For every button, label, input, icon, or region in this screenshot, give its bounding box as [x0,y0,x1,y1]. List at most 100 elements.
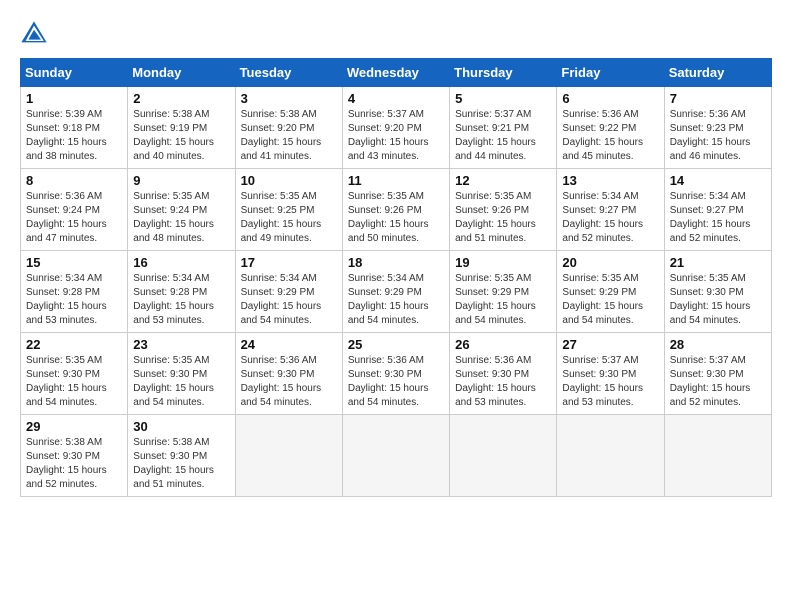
col-header-monday: Monday [128,59,235,87]
calendar-cell [557,415,664,497]
header [20,20,772,48]
calendar-cell: 1 Sunrise: 5:39 AMSunset: 9:18 PMDaylight… [21,87,128,169]
day-info: Sunrise: 5:38 AMSunset: 9:30 PMDaylight:… [133,436,229,492]
day-info: Sunrise: 5:35 AMSunset: 9:26 PMDaylight:… [455,190,551,246]
week-row-5: 29 Sunrise: 5:38 AMSunset: 9:30 PMDayligh… [21,415,772,497]
calendar-cell: 6 Sunrise: 5:36 AMSunset: 9:22 PMDaylight… [557,87,664,169]
col-header-wednesday: Wednesday [342,59,449,87]
calendar-cell [664,415,771,497]
day-number: 13 [562,173,658,188]
day-info: Sunrise: 5:34 AMSunset: 9:28 PMDaylight:… [133,272,229,328]
calendar-cell: 28 Sunrise: 5:37 AMSunset: 9:30 PMDayligh… [664,333,771,415]
day-info: Sunrise: 5:36 AMSunset: 9:24 PMDaylight:… [26,190,122,246]
day-number: 21 [670,255,766,270]
day-number: 15 [26,255,122,270]
day-info: Sunrise: 5:36 AMSunset: 9:23 PMDaylight:… [670,108,766,164]
day-number: 5 [455,91,551,106]
calendar-cell: 11 Sunrise: 5:35 AMSunset: 9:26 PMDayligh… [342,169,449,251]
week-row-2: 8 Sunrise: 5:36 AMSunset: 9:24 PMDaylight… [21,169,772,251]
day-number: 11 [348,173,444,188]
calendar-cell: 2Sunrise: 5:38 AMSunset: 9:19 PMDaylight… [128,87,235,169]
calendar-cell [342,415,449,497]
day-number: 16 [133,255,229,270]
col-header-saturday: Saturday [664,59,771,87]
calendar-cell: 3Sunrise: 5:38 AMSunset: 9:20 PMDaylight… [235,87,342,169]
day-info: Sunrise: 5:36 AMSunset: 9:30 PMDaylight:… [348,354,444,410]
calendar-cell: 30 Sunrise: 5:38 AMSunset: 9:30 PMDayligh… [128,415,235,497]
day-info: Sunrise: 5:36 AMSunset: 9:30 PMDaylight:… [455,354,551,410]
logo [20,20,52,48]
day-info: Sunrise: 5:38 AMSunset: 9:19 PMDaylight:… [133,108,229,164]
calendar-cell: 19 Sunrise: 5:35 AMSunset: 9:29 PMDayligh… [450,251,557,333]
calendar-cell: 20 Sunrise: 5:35 AMSunset: 9:29 PMDayligh… [557,251,664,333]
day-number: 17 [241,255,337,270]
calendar-cell: 17 Sunrise: 5:34 AMSunset: 9:29 PMDayligh… [235,251,342,333]
calendar-cell: 9 Sunrise: 5:35 AMSunset: 9:24 PMDaylight… [128,169,235,251]
calendar-table: SundayMondayTuesdayWednesdayThursdayFrid… [20,58,772,497]
calendar-cell: 23 Sunrise: 5:35 AMSunset: 9:30 PMDayligh… [128,333,235,415]
day-info: Sunrise: 5:34 AMSunset: 9:27 PMDaylight:… [670,190,766,246]
day-info: Sunrise: 5:34 AMSunset: 9:29 PMDaylight:… [241,272,337,328]
day-info: Sunrise: 5:35 AMSunset: 9:25 PMDaylight:… [241,190,337,246]
calendar-cell: 13 Sunrise: 5:34 AMSunset: 9:27 PMDayligh… [557,169,664,251]
day-number: 29 [26,419,122,434]
col-header-tuesday: Tuesday [235,59,342,87]
day-info: Sunrise: 5:37 AMSunset: 9:30 PMDaylight:… [670,354,766,410]
calendar-cell: 5 Sunrise: 5:37 AMSunset: 9:21 PMDaylight… [450,87,557,169]
day-info: Sunrise: 5:34 AMSunset: 9:29 PMDaylight:… [348,272,444,328]
col-header-thursday: Thursday [450,59,557,87]
day-number: 9 [133,173,229,188]
day-number: 22 [26,337,122,352]
calendar-header-row: SundayMondayTuesdayWednesdayThursdayFrid… [21,59,772,87]
day-number: 6 [562,91,658,106]
week-row-1: 1 Sunrise: 5:39 AMSunset: 9:18 PMDaylight… [21,87,772,169]
day-info: Sunrise: 5:37 AMSunset: 9:20 PMDaylight:… [348,108,444,164]
calendar-cell: 21 Sunrise: 5:35 AMSunset: 9:30 PMDayligh… [664,251,771,333]
day-number: 3 [241,91,337,106]
day-number: 14 [670,173,766,188]
day-info: Sunrise: 5:35 AMSunset: 9:24 PMDaylight:… [133,190,229,246]
day-number: 18 [348,255,444,270]
day-info: Sunrise: 5:36 AMSunset: 9:22 PMDaylight:… [562,108,658,164]
calendar-cell: 7Sunrise: 5:36 AMSunset: 9:23 PMDaylight… [664,87,771,169]
calendar-cell: 8 Sunrise: 5:36 AMSunset: 9:24 PMDaylight… [21,169,128,251]
day-info: Sunrise: 5:35 AMSunset: 9:30 PMDaylight:… [26,354,122,410]
calendar-cell [450,415,557,497]
calendar-cell: 29Sunrise: 5:38 AMSunset: 9:30 PMDayligh… [21,415,128,497]
calendar-cell: 14 Sunrise: 5:34 AMSunset: 9:27 PMDayligh… [664,169,771,251]
day-number: 19 [455,255,551,270]
logo-icon [20,20,48,48]
day-info: Sunrise: 5:37 AMSunset: 9:30 PMDaylight:… [562,354,658,410]
calendar-cell: 27 Sunrise: 5:37 AMSunset: 9:30 PMDayligh… [557,333,664,415]
calendar-cell: 25 Sunrise: 5:36 AMSunset: 9:30 PMDayligh… [342,333,449,415]
day-number: 1 [26,91,122,106]
day-info: Sunrise: 5:37 AMSunset: 9:21 PMDaylight:… [455,108,551,164]
day-info: Sunrise: 5:35 AMSunset: 9:30 PMDaylight:… [670,272,766,328]
day-number: 10 [241,173,337,188]
day-info: Sunrise: 5:36 AMSunset: 9:30 PMDaylight:… [241,354,337,410]
calendar-cell: 4 Sunrise: 5:37 AMSunset: 9:20 PMDaylight… [342,87,449,169]
day-info: Sunrise: 5:34 AMSunset: 9:27 PMDaylight:… [562,190,658,246]
day-number: 27 [562,337,658,352]
day-number: 26 [455,337,551,352]
week-row-4: 22 Sunrise: 5:35 AMSunset: 9:30 PMDayligh… [21,333,772,415]
day-info: Sunrise: 5:35 AMSunset: 9:29 PMDaylight:… [455,272,551,328]
day-number: 4 [348,91,444,106]
day-number: 24 [241,337,337,352]
day-info: Sunrise: 5:35 AMSunset: 9:29 PMDaylight:… [562,272,658,328]
day-number: 28 [670,337,766,352]
day-number: 25 [348,337,444,352]
calendar-cell: 10 Sunrise: 5:35 AMSunset: 9:25 PMDayligh… [235,169,342,251]
day-number: 30 [133,419,229,434]
day-info: Sunrise: 5:35 AMSunset: 9:26 PMDaylight:… [348,190,444,246]
col-header-sunday: Sunday [21,59,128,87]
day-info: Sunrise: 5:35 AMSunset: 9:30 PMDaylight:… [133,354,229,410]
calendar-cell [235,415,342,497]
calendar-cell: 26 Sunrise: 5:36 AMSunset: 9:30 PMDayligh… [450,333,557,415]
day-number: 20 [562,255,658,270]
calendar-cell: 22 Sunrise: 5:35 AMSunset: 9:30 PMDayligh… [21,333,128,415]
calendar-cell: 15Sunrise: 5:34 AMSunset: 9:28 PMDayligh… [21,251,128,333]
day-number: 23 [133,337,229,352]
day-number: 8 [26,173,122,188]
day-info: Sunrise: 5:39 AMSunset: 9:18 PMDaylight:… [26,108,122,164]
